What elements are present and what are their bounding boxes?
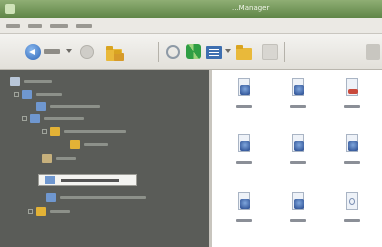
tree-item-folder-1[interactable] [42,126,202,137]
drive-icon [46,193,56,202]
move-icon[interactable] [236,45,252,60]
title-bar[interactable]: ...Manager [0,0,382,18]
refresh-icon[interactable] [186,44,201,59]
folder-tree[interactable] [0,70,212,247]
tree-item-label [84,143,108,146]
image-file-icon [290,192,306,212]
file-item[interactable] [278,134,318,178]
tree-item-selected[interactable] [38,174,137,186]
menu-item-4[interactable] [74,20,94,31]
expander-icon[interactable] [42,129,47,134]
file-item[interactable] [224,192,264,236]
delete-icon[interactable] [262,44,278,60]
desktop-icon [10,77,20,86]
forward-icon[interactable] [80,45,94,59]
file-name [236,161,252,164]
tree-item-drive-1[interactable] [28,101,198,112]
image-file-icon [290,134,306,154]
file-name [290,219,306,222]
tree-item-label [44,117,84,120]
tree-item-drive-3[interactable] [38,192,198,203]
menu-item-2[interactable] [26,20,44,31]
tree-item-label [50,105,100,108]
file-name [344,161,360,164]
search-icon[interactable] [166,45,180,59]
folders-overlay-icon [114,50,124,61]
app-icon [5,4,15,14]
file-item[interactable] [332,192,372,236]
toolbar-divider [284,42,285,62]
drive-icon [36,102,46,111]
tree-item-label [24,80,52,83]
export-icon[interactable] [366,44,380,60]
chevron-down-icon[interactable] [66,49,72,53]
window-title: ...Manager [232,4,270,12]
toolbar [0,34,382,70]
tree-item-label [50,210,70,213]
file-name [344,105,360,108]
document-file-icon [344,78,360,98]
music-icon [42,154,52,163]
menu-item-label [50,24,68,28]
tree-item-label [60,196,146,199]
image-file-icon [344,134,360,154]
menu-item-label [76,24,92,28]
expander-icon[interactable] [14,92,19,97]
file-name [236,105,252,108]
folder-icon [50,127,60,136]
folder-icon [36,207,46,216]
file-name [344,219,360,222]
tree-item-folder-3[interactable] [28,206,198,217]
menu-item-1[interactable] [4,20,22,31]
file-item[interactable] [332,78,372,122]
text-file-icon [344,192,360,212]
view-icon[interactable] [206,46,222,59]
image-file-icon [236,78,252,98]
tree-item-label [61,179,119,182]
file-name [236,219,252,222]
image-file-icon [290,78,306,98]
file-grid[interactable] [212,70,382,247]
expander-icon[interactable] [22,116,27,121]
menu-item-3[interactable] [48,20,70,31]
back-icon[interactable] [25,44,41,60]
menu-item-label [28,24,42,28]
image-file-icon [236,134,252,154]
tree-item-label [36,93,62,96]
tree-item-music[interactable] [34,153,194,164]
expander-icon[interactable] [28,209,33,214]
menu-item-label [6,24,20,28]
file-item[interactable] [278,192,318,236]
tree-item-label [64,130,126,133]
file-name [290,105,306,108]
file-item[interactable] [224,78,264,122]
tree-item-computer[interactable] [14,89,194,100]
tree-item-drive-2[interactable] [22,113,192,124]
drive-icon [45,176,55,184]
tree-item-label [56,157,76,160]
back-button-label[interactable] [44,49,60,54]
file-item[interactable] [224,134,264,178]
file-manager-window: ...Manager [0,0,382,247]
tree-item-folder-2[interactable] [62,139,202,150]
file-item[interactable] [332,134,372,178]
computer-icon [22,90,32,99]
toolbar-divider [158,42,159,62]
folder-icon [70,140,80,149]
image-file-icon [236,192,252,212]
menu-bar [0,18,382,34]
drive-icon [30,114,40,123]
tree-item-desktop[interactable] [10,76,190,87]
file-name [290,161,306,164]
file-item[interactable] [278,78,318,122]
view-dropdown-icon[interactable] [225,49,231,53]
